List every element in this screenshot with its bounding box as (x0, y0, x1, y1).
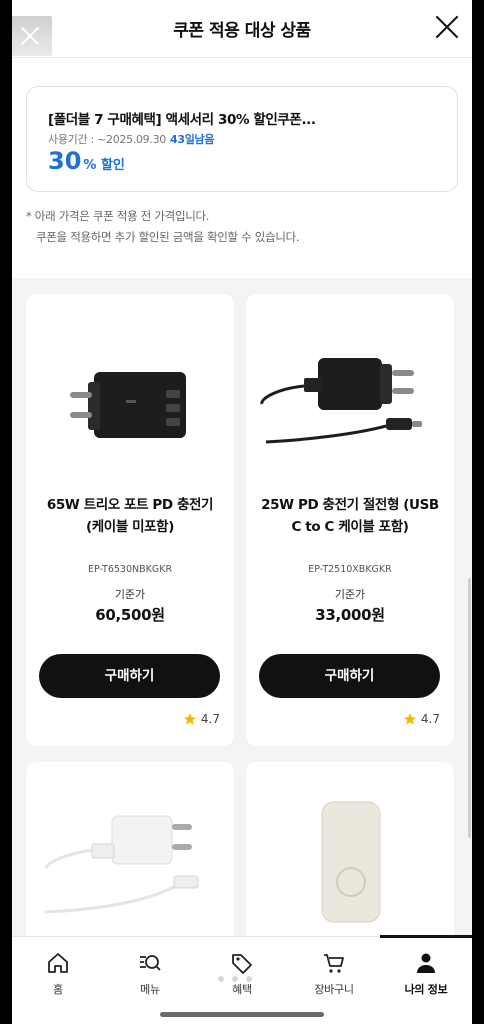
product-code: EP-T6530NBKGKR (87, 564, 173, 575)
coupon-discount: 30% 할인 (48, 147, 125, 175)
buy-button[interactable]: 구매하기 (39, 654, 220, 698)
tab-menu[interactable]: 메뉴 (104, 937, 196, 1009)
rating-value: 4.7 (200, 712, 220, 726)
product-code: EP-T2510XBKGKR (308, 564, 392, 575)
product-image-charger-65w (70, 372, 186, 438)
coupon-days-left: 43일남음 (169, 133, 215, 146)
product-image-charger-25w (260, 358, 422, 444)
coupon-discount-value: 30 (48, 147, 82, 175)
page-title: 쿠폰 적용 대상 상품 (173, 21, 311, 41)
bottom-tab-bar: 홈 메뉴 혜택 장바구니 나의 정보 (12, 935, 472, 1009)
page-dot (218, 976, 224, 982)
person-icon (417, 953, 435, 973)
close-button[interactable] (434, 14, 460, 40)
star-icon (184, 713, 196, 725)
price-label: 기준가 (334, 588, 366, 601)
buy-button[interactable]: 구매하기 (259, 654, 440, 698)
tab-home[interactable]: 홈 (12, 937, 104, 1009)
page-dot (246, 976, 252, 982)
product-rating: 4.7 (183, 712, 220, 726)
rating-value: 4.7 (420, 712, 440, 726)
header: 쿠폰 적용 대상 상품 (12, 0, 472, 58)
product-name-line-1: 25W PD 충전기 절전형 (USB (261, 497, 439, 513)
coupon-discount-unit: % 할인 (83, 158, 125, 173)
tab-label: 장바구니 (314, 983, 354, 996)
tab-my-info[interactable]: 나의 정보 (380, 935, 472, 1009)
page-dot (232, 976, 238, 982)
notice-line-2: 쿠폰을 적용하면 추가 할인된 금액을 확인할 수 있습니다. (36, 230, 300, 244)
scrollbar[interactable] (468, 578, 471, 838)
price-label: 기준가 (114, 588, 146, 601)
tab-label: 홈 (53, 983, 63, 996)
menu-search-icon (140, 955, 161, 971)
coupon-title: [폴더블 7 구매혜택] 액세서리 30% 할인쿠폰... (48, 112, 316, 128)
coupon-card: [폴더블 7 구매혜택] 액세서리 30% 할인쿠폰... 사용기간 : ~20… (26, 86, 458, 192)
star-icon (404, 713, 416, 725)
notice-line-1: * 아래 가격은 쿠폰 적용 전 가격입니다. (26, 209, 210, 223)
tab-benefits[interactable]: 혜택 (196, 937, 288, 1009)
tab-label: 나의 정보 (404, 983, 448, 996)
tag-icon (232, 954, 252, 974)
product-grid: 65W 트리오 포트 PD 충전기 (케이블 미포함) EP-T6530NBKG… (12, 278, 472, 962)
product-card[interactable]: 65W 트리오 포트 PD 충전기 (케이블 미포함) EP-T6530NBKG… (26, 294, 234, 746)
product-rating: 4.7 (403, 712, 440, 726)
product-image-charger-white (43, 815, 199, 914)
product-name-line-1: 65W 트리오 포트 PD 충전기 (46, 497, 214, 513)
tab-label: 메뉴 (140, 983, 160, 996)
product-image-battery-pack (321, 801, 381, 923)
home-indicator[interactable] (160, 1012, 324, 1017)
product-name: 65W 트리오 포트 PD 충전기 (케이블 미포함) (36, 494, 224, 538)
cart-icon (324, 954, 344, 973)
tab-cart[interactable]: 장바구니 (288, 937, 380, 1009)
tab-label: 혜택 (232, 983, 252, 996)
product-card[interactable]: 25W PD 충전기 절전형 (USB C to C 케이블 포함) EP-T2… (246, 294, 454, 746)
product-name-line-2: (케이블 미포함) (86, 519, 174, 535)
coupon-period-text: 사용기간 : ~2025.09.30 (48, 133, 166, 146)
coupon-products-sheet: 쿠폰 적용 대상 상품 [폴더블 7 구매혜택] 액세서리 30% 할인쿠폰..… (12, 0, 472, 1024)
product-card[interactable] (246, 762, 454, 962)
home-icon (48, 953, 68, 973)
page-indicator (218, 976, 252, 982)
product-name: 25W PD 충전기 절전형 (USB C to C 케이블 포함) (256, 494, 444, 538)
product-price: 60,500원 (95, 606, 165, 624)
price-notice: * 아래 가격은 쿠폰 적용 전 가격입니다. 쿠폰을 적용하면 추가 할인된 … (26, 206, 466, 248)
product-card[interactable] (26, 762, 234, 962)
product-name-line-2: C to C 케이블 포함) (291, 519, 409, 535)
product-price: 33,000원 (315, 606, 385, 624)
coupon-period: 사용기간 : ~2025.09.30 43일남음 (48, 131, 214, 147)
